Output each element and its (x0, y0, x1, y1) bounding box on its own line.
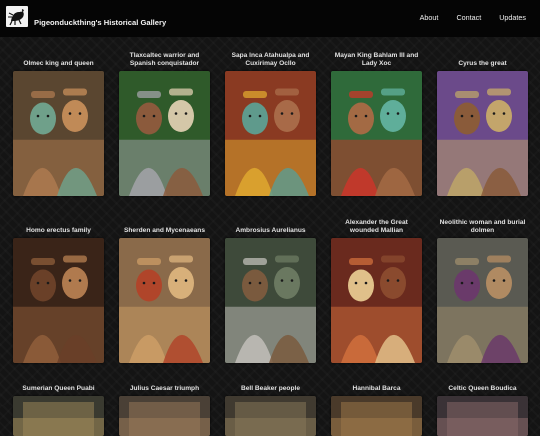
gallery-card[interactable]: Mayan King Bahlam III and Lady Xoc (325, 52, 428, 196)
painting-image (331, 71, 422, 196)
painting-image (119, 71, 210, 196)
painting-thumbnail[interactable] (437, 396, 528, 436)
painting-image (119, 238, 210, 363)
main-nav: About Contact Updates (402, 13, 526, 22)
gallery-caption[interactable]: Homo erectus family (7, 219, 110, 235)
painting-image (225, 238, 316, 363)
gallery-caption[interactable]: Sapa Inca Atahualpa and Cuxirimay Ocllo (219, 52, 322, 68)
painting-image (331, 238, 422, 363)
gallery-caption[interactable]: Alexander the Great wounded Mallian (325, 219, 428, 235)
painting-thumbnail[interactable] (13, 396, 104, 436)
painting-image (331, 396, 422, 436)
gallery-card[interactable]: Homo erectus family (7, 219, 110, 363)
gallery-caption[interactable]: Bell Beaker people (219, 377, 322, 393)
painting-thumbnail[interactable] (225, 396, 316, 436)
painting-thumbnail[interactable] (437, 238, 528, 363)
painting-image (225, 396, 316, 436)
painting-thumbnail[interactable] (437, 71, 528, 196)
gallery-caption[interactable]: Hannibal Barca (325, 377, 428, 393)
painting-thumbnail[interactable] (331, 396, 422, 436)
painting-thumbnail[interactable] (331, 71, 422, 196)
gallery-card[interactable]: Sumerian Queen Puabi (7, 377, 110, 436)
gallery-card[interactable]: Sapa Inca Atahualpa and Cuxirimay Ocllo (219, 52, 322, 196)
gallery-card[interactable]: Celtic Queen Boudica (431, 377, 534, 436)
painting-thumbnail[interactable] (119, 238, 210, 363)
painting-image (119, 396, 210, 436)
gallery-card[interactable]: Tlaxcaltec warrior and Spanish conquista… (113, 52, 216, 196)
gallery-caption[interactable]: Celtic Queen Boudica (431, 377, 534, 393)
nav-contact-link[interactable]: Contact (456, 13, 481, 22)
gallery-card[interactable]: Hannibal Barca (325, 377, 428, 436)
gallery-card[interactable]: Julius Caesar triumph (113, 377, 216, 436)
gallery-grid: Olmec king and queen Tlaxcaltec warrior a… (0, 37, 540, 436)
gallery-card[interactable]: Bell Beaker people (219, 377, 322, 436)
painting-image (13, 396, 104, 436)
gallery-caption[interactable]: Sumerian Queen Puabi (7, 377, 110, 393)
gallery-card[interactable]: Olmec king and queen (7, 52, 110, 196)
site-title[interactable]: Pigeonduckthing's Historical Gallery (34, 18, 166, 27)
gallery-caption[interactable]: Ambrosius Aurelianus (219, 219, 322, 235)
painting-thumbnail[interactable] (225, 238, 316, 363)
painting-image (437, 238, 528, 363)
painting-thumbnail[interactable] (225, 71, 316, 196)
gallery-card[interactable]: Ambrosius Aurelianus (219, 219, 322, 363)
nav-about-link[interactable]: About (420, 13, 439, 22)
painting-image (437, 396, 528, 436)
gallery-caption[interactable]: Mayan King Bahlam III and Lady Xoc (325, 52, 428, 68)
gallery-card[interactable]: Neolithic woman and burial dolmen (431, 219, 534, 363)
gallery-caption[interactable]: Olmec king and queen (7, 52, 110, 68)
gallery-card[interactable]: Alexander the Great wounded Mallian (325, 219, 428, 363)
painting-image (437, 71, 528, 196)
painting-thumbnail[interactable] (13, 238, 104, 363)
painting-thumbnail[interactable] (13, 71, 104, 196)
gallery-caption[interactable]: Sherden and Mycenaeans (113, 219, 216, 235)
painting-thumbnail[interactable] (331, 238, 422, 363)
painting-thumbnail[interactable] (119, 71, 210, 196)
gallery-caption[interactable]: Cyrus the great (431, 52, 534, 68)
pigeon-logo-icon[interactable] (6, 6, 28, 27)
painting-image (13, 71, 104, 196)
gallery-card[interactable]: Sherden and Mycenaeans (113, 219, 216, 363)
nav-updates-link[interactable]: Updates (499, 13, 526, 22)
painting-image (225, 71, 316, 196)
painting-image (13, 238, 104, 363)
painting-thumbnail[interactable] (119, 396, 210, 436)
gallery-caption[interactable]: Neolithic woman and burial dolmen (431, 219, 534, 235)
header-bar: Pigeonduckthing's Historical Gallery Abo… (0, 0, 540, 37)
gallery-caption[interactable]: Julius Caesar triumph (113, 377, 216, 393)
gallery-card[interactable]: Cyrus the great (431, 52, 534, 196)
gallery-caption[interactable]: Tlaxcaltec warrior and Spanish conquista… (113, 52, 216, 68)
